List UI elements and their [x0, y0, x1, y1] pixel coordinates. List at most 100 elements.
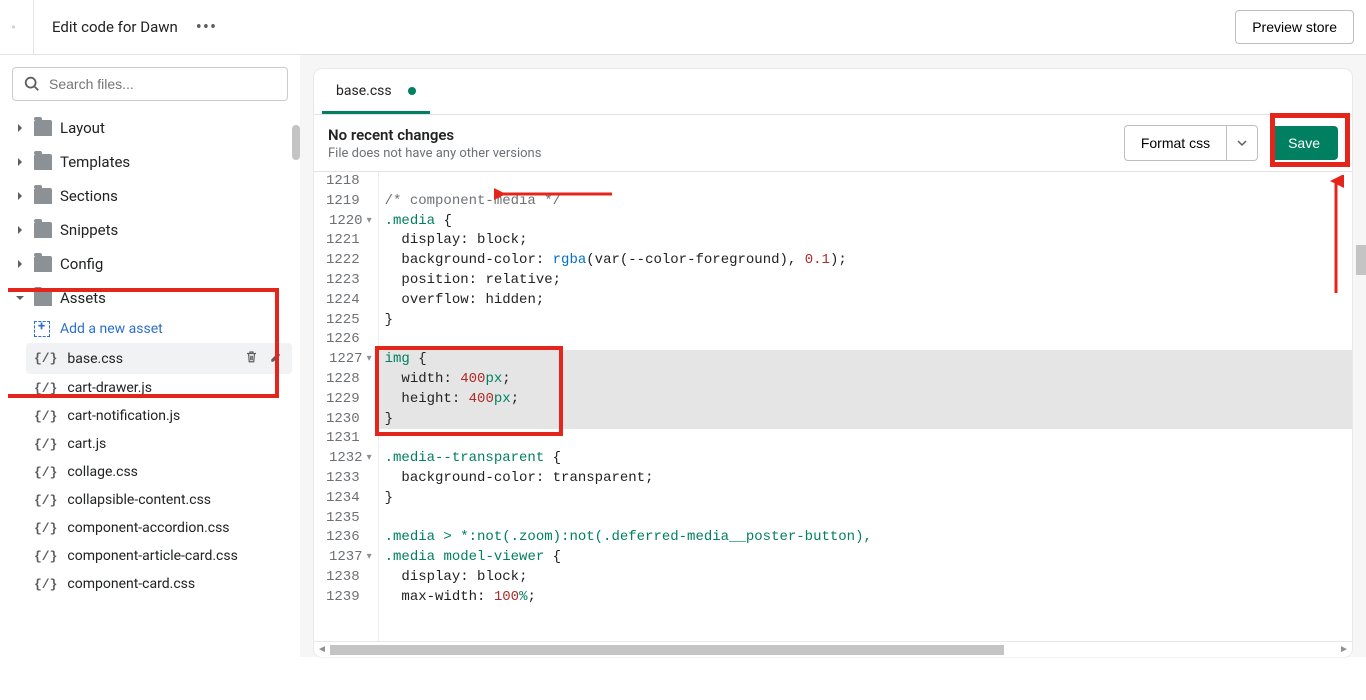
folder-templates[interactable]: Templates [8, 145, 292, 179]
more-icon[interactable]: ••• [196, 17, 217, 38]
code-line[interactable]: position: relative; [379, 271, 1352, 291]
code-file-icon: {/} [34, 549, 57, 564]
file-item[interactable]: {/}cart-drawer.js [26, 374, 292, 402]
file-name: cart-notification.js [67, 408, 180, 424]
file-sidebar: Layout Templates Sections Snippets Config Ass… [0, 55, 300, 657]
code-file-icon: {/} [34, 577, 57, 592]
tab-base-css[interactable]: base.css [322, 69, 430, 114]
top-bar: Edit code for Dawn ••• Preview store [0, 0, 1366, 55]
code-line[interactable]: .media { [379, 212, 1352, 232]
search-input[interactable] [49, 76, 277, 92]
folder-icon [34, 154, 52, 170]
caret-icon [14, 293, 26, 303]
vertical-scrollbar[interactable] [1356, 245, 1366, 275]
file-item[interactable]: {/} component-card.css [26, 570, 292, 598]
folder-icon [34, 222, 52, 238]
file-name: collapsible-content.css [67, 492, 211, 508]
file-item[interactable]: {/} collapsible-content.css [26, 486, 292, 514]
horizontal-scrollbar[interactable]: ◄ ► [314, 641, 1352, 657]
tab-label: base.css [336, 83, 392, 99]
folder-icon [34, 290, 52, 306]
add-icon [34, 321, 50, 337]
edit-icon[interactable] [269, 349, 284, 368]
code-line[interactable]: display: block; [379, 568, 1352, 588]
folder-assets[interactable]: Assets [8, 281, 292, 315]
chevron-down-icon [1237, 138, 1247, 148]
file-item[interactable]: {/}cart.js [26, 430, 292, 458]
delete-icon[interactable] [244, 349, 259, 368]
code-line[interactable]: display: block; [379, 231, 1352, 251]
scroll-left-icon[interactable]: ◄ [314, 644, 330, 655]
folder-icon [34, 188, 52, 204]
file-name: component-article-card.css [67, 548, 237, 564]
file-name: component-card.css [67, 576, 195, 592]
preview-store-button[interactable]: Preview store [1235, 10, 1354, 44]
file-item[interactable]: {/} base.css [26, 343, 292, 374]
tab-bar: base.css [314, 69, 1352, 115]
editor-main: base.css No recent changes File does not… [300, 55, 1366, 657]
folder-config[interactable]: Config [8, 247, 292, 281]
code-line[interactable]: .media--transparent { [379, 449, 1352, 469]
code-line[interactable] [379, 509, 1352, 529]
code-line[interactable]: } [379, 311, 1352, 331]
caret-icon [14, 225, 26, 235]
code-file-icon: {/} [34, 521, 57, 536]
file-item[interactable]: {/} cart-notification.js [26, 402, 292, 430]
code-line[interactable]: height: 400px; [379, 390, 1352, 410]
code-file-icon: {/} [34, 351, 57, 366]
caret-icon [14, 259, 26, 269]
status-subtitle: File does not have any other versions [328, 146, 541, 161]
format-dropdown-button[interactable] [1227, 125, 1258, 161]
code-line[interactable] [379, 172, 1352, 192]
folder-sections[interactable]: Sections [8, 179, 292, 213]
file-item[interactable]: {/} component-article-card.css [26, 542, 292, 570]
folder-label: Assets [60, 289, 106, 307]
folder-icon [34, 120, 52, 136]
add-asset-link[interactable]: Add a new asset [26, 315, 292, 343]
code-line[interactable]: background-color: rgba(var(--color-foreg… [379, 251, 1352, 271]
code-line[interactable]: /* component-media */ [379, 192, 1352, 212]
exit-button[interactable] [12, 0, 34, 55]
code-line[interactable]: width: 400px; [379, 370, 1352, 390]
code-line[interactable] [379, 429, 1352, 449]
scrollbar-thumb[interactable] [292, 125, 300, 160]
save-button[interactable]: Save [1270, 126, 1338, 160]
folder-label: Layout [60, 119, 105, 137]
folder-label: Config [60, 255, 103, 273]
folder-snippets[interactable]: Snippets [8, 213, 292, 247]
status-title: No recent changes [328, 126, 541, 144]
code-line[interactable]: .media model-viewer { [379, 548, 1352, 568]
scrollbar-thumb[interactable] [1356, 245, 1366, 275]
scroll-right-icon[interactable]: ► [1336, 644, 1352, 655]
code-line[interactable]: background-color: transparent; [379, 469, 1352, 489]
line-number-gutter: 121812191220▾122112221223122412251226122… [314, 172, 379, 641]
file-item[interactable]: {/}component-accordion.css [26, 514, 292, 542]
caret-icon [14, 123, 26, 133]
folder-label: Sections [60, 187, 118, 205]
code-editor[interactable]: 121812191220▾122112221223122412251226122… [314, 172, 1352, 641]
code-line[interactable]: } [379, 410, 1352, 430]
page-title: Edit code for Dawn [52, 18, 178, 36]
file-item[interactable]: {/}collage.css [26, 458, 292, 486]
scrollbar-thumb[interactable] [330, 645, 1004, 655]
code-file-icon: {/} [34, 493, 57, 508]
file-name: cart-drawer.js [67, 380, 152, 396]
folder-label: Snippets [60, 221, 118, 239]
file-name: cart.js [67, 436, 106, 452]
search-box[interactable] [12, 67, 288, 101]
folder-label: Templates [60, 153, 130, 171]
sidebar-scrollbar[interactable] [292, 125, 300, 700]
code-line[interactable]: img { [379, 350, 1352, 370]
code-line[interactable]: overflow: hidden; [379, 291, 1352, 311]
code-line[interactable]: .media > *:not(.zoom):not(.deferred-medi… [379, 528, 1352, 548]
format-css-button[interactable]: Format css [1124, 125, 1227, 161]
folder-layout[interactable]: Layout [8, 111, 292, 145]
code-line[interactable]: } [379, 489, 1352, 509]
caret-icon [14, 191, 26, 201]
file-name: base.css [67, 351, 123, 367]
code-file-icon: {/} [34, 409, 57, 424]
caret-icon [14, 157, 26, 167]
code-line[interactable] [379, 330, 1352, 350]
code-lines[interactable]: /* component-media */.media { display: b… [379, 172, 1352, 641]
code-line[interactable]: max-width: 100%; [379, 588, 1352, 608]
